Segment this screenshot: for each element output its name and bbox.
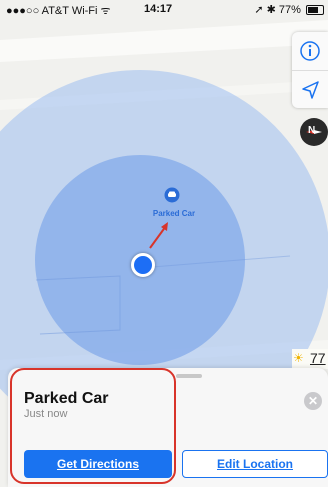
locate-button[interactable] (292, 70, 328, 109)
status-right: ➚ ✱ 77% (254, 3, 324, 16)
compass-icon[interactable]: N (300, 118, 328, 146)
parked-car-card: Parked Car Just now ✕ Get Directions Edi… (8, 368, 328, 487)
card-grabber[interactable] (176, 374, 202, 378)
card-title: Parked Car (24, 390, 109, 407)
battery-icon (306, 5, 324, 16)
card-subtitle: Just now (24, 408, 68, 420)
info-button[interactable] (292, 32, 328, 70)
car-pin-icon[interactable] (164, 187, 180, 203)
close-icon[interactable]: ✕ (304, 392, 322, 410)
battery-label: ➚ ✱ 77% (254, 4, 301, 16)
get-directions-button[interactable]: Get Directions (24, 450, 172, 478)
location-arrow-icon (302, 81, 319, 99)
info-icon (300, 41, 320, 61)
sun-icon: ☀ (293, 351, 304, 365)
user-location-dot[interactable] (131, 253, 155, 277)
weather-badge: ☀ 77 (292, 349, 328, 369)
edit-location-button[interactable]: Edit Location (182, 450, 328, 478)
carrier-label: ●●●○○ AT&T Wi-Fi ᯤ (6, 5, 111, 17)
status-bar: ●●●○○ AT&T Wi-Fi ᯤ 14:17 ➚ ✱ 77% (0, 0, 328, 18)
compass-label: N (308, 125, 316, 136)
car-pin-label: Parked Car (152, 209, 196, 218)
map-controls (292, 32, 328, 108)
weather-temp: 77 (310, 350, 326, 366)
status-time: 14:17 (144, 3, 173, 15)
